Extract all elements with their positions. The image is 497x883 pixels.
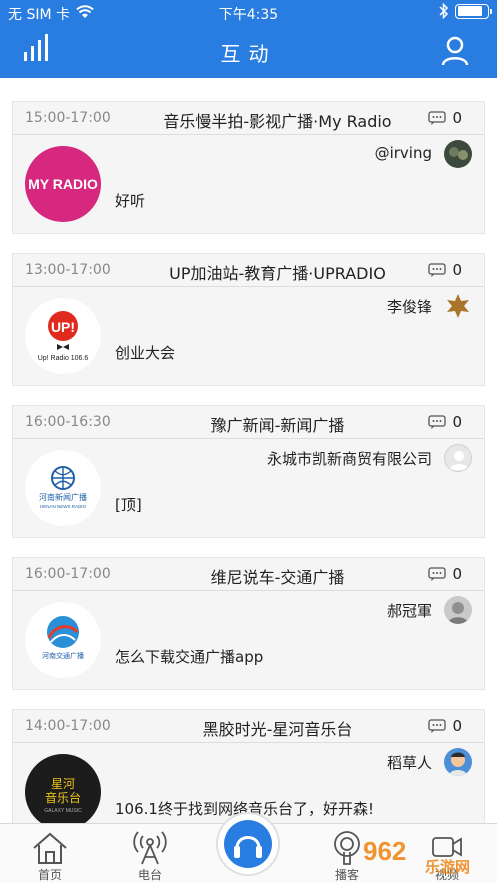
- tab-home[interactable]: 首页: [10, 824, 90, 883]
- post-username[interactable]: 稻草人: [387, 752, 432, 773]
- home-icon: [33, 832, 67, 864]
- galaxy-music-logo[interactable]: 星河 音乐台 GALAXY MUSIC: [25, 754, 101, 823]
- svg-text:河南交通广播: 河南交通广播: [42, 651, 84, 660]
- tab-label: 首页: [37, 868, 62, 882]
- nav-bar: 互动: [0, 26, 497, 78]
- post-title[interactable]: 黑胶时光-星河音乐台: [123, 716, 432, 740]
- avatar[interactable]: [444, 596, 472, 624]
- post-card[interactable]: 15:00-17:00 音乐慢半拍-影视广播·My Radio 0 MY RAD…: [12, 101, 485, 234]
- post-title[interactable]: 音乐慢半拍-影视广播·My Radio: [123, 108, 432, 132]
- post-card[interactable]: 13:00-17:00 UP加油站-教育广播·UPRADIO 0 UP! Up!…: [12, 253, 485, 386]
- post-message: [顶]: [115, 496, 142, 514]
- post-feed[interactable]: 15:00-17:00 音乐慢半拍-影视广播·My Radio 0 MY RAD…: [0, 78, 497, 823]
- up-radio-logo[interactable]: UP! Up! Radio 106.6: [25, 298, 101, 374]
- post-username[interactable]: 郝冠軍: [387, 600, 432, 621]
- comment-count: 0: [452, 565, 462, 583]
- avatar[interactable]: [444, 292, 472, 320]
- post-message: 怎么下载交通广播app: [115, 648, 264, 666]
- svg-text:962: 962: [363, 836, 406, 866]
- post-username[interactable]: 永城市凯新商贸有限公司: [267, 448, 432, 469]
- post-time: 14:00-17:00: [25, 718, 111, 734]
- post-message: 创业大会: [115, 344, 176, 362]
- post-time: 16:00-17:00: [25, 566, 111, 582]
- post-username[interactable]: @irving: [375, 144, 432, 162]
- post-card[interactable]: 16:00-17:00 维尼说车-交通广播 0 河南交通广播 郝冠軍 怎么下载交…: [12, 557, 485, 690]
- post-time: 13:00-17:00: [25, 262, 111, 278]
- tab-label: 电台: [137, 868, 162, 882]
- comment-icon[interactable]: [428, 719, 446, 733]
- post-card[interactable]: 16:00-16:30 豫广新闻-新闻广播 0 河南新闻广播 HENAN NEW…: [12, 405, 485, 538]
- svg-text:UP!: UP!: [51, 319, 75, 335]
- comment-count: 0: [452, 109, 462, 127]
- tab-radio[interactable]: 电台: [110, 824, 190, 883]
- svg-text:乐游网: 乐游网: [425, 858, 470, 876]
- post-header: 15:00-17:00 音乐慢半拍-影视广播·My Radio 0: [13, 102, 484, 135]
- my-radio-logo[interactable]: MY RADIO: [25, 146, 101, 222]
- headphones-center-icon: [224, 820, 272, 868]
- watermark-logo: 962 乐游网: [363, 836, 470, 876]
- comment-count: 0: [452, 261, 462, 279]
- post-title[interactable]: UP加油站-教育广播·UPRADIO: [123, 260, 432, 284]
- post-username[interactable]: 李俊锋: [387, 296, 432, 317]
- svg-text:河南新闻广播: 河南新闻广播: [39, 492, 87, 502]
- bluetooth-icon: [439, 3, 449, 19]
- svg-text:GALAXY MUSIC: GALAXY MUSIC: [44, 808, 82, 814]
- comment-icon[interactable]: [428, 263, 446, 277]
- post-header: 16:00-17:00 维尼说车-交通广播 0: [13, 558, 484, 591]
- post-time: 15:00-17:00: [25, 110, 111, 126]
- comment-icon[interactable]: [428, 111, 446, 125]
- post-title[interactable]: 豫广新闻-新闻广播: [123, 412, 432, 436]
- post-time: 16:00-16:30: [25, 414, 111, 430]
- henan-news-radio-logo[interactable]: 河南新闻广播 HENAN NEWS RADIO: [25, 450, 101, 526]
- avatar[interactable]: [444, 140, 472, 168]
- battery-icon: [455, 3, 492, 19]
- comment-icon[interactable]: [428, 567, 446, 581]
- post-message: 好听: [115, 192, 146, 210]
- svg-text:音乐台: 音乐台: [45, 790, 81, 805]
- comment-icon[interactable]: [428, 415, 446, 429]
- svg-text:Up! Radio 106.6: Up! Radio 106.6: [38, 355, 89, 362]
- tab-center-player[interactable]: [216, 812, 280, 876]
- henan-traffic-radio-logo[interactable]: 河南交通广播: [25, 602, 101, 678]
- post-header: 16:00-16:30 豫广新闻-新闻广播 0: [13, 406, 484, 439]
- post-header: 13:00-17:00 UP加油站-教育广播·UPRADIO 0: [13, 254, 484, 287]
- post-title[interactable]: 维尼说车-交通广播: [123, 564, 432, 588]
- svg-text:星河: 星河: [51, 777, 75, 791]
- post-card[interactable]: 14:00-17:00 黑胶时光-星河音乐台 0 星河 音乐台 GALAXY M…: [12, 709, 485, 823]
- post-header: 14:00-17:00 黑胶时光-星河音乐台 0: [13, 710, 484, 743]
- comment-count: 0: [452, 413, 462, 431]
- svg-text:HENAN NEWS RADIO: HENAN NEWS RADIO: [40, 504, 87, 509]
- page-title: 互动: [220, 42, 277, 66]
- comment-count: 0: [452, 717, 462, 735]
- avatar[interactable]: [444, 444, 472, 472]
- radio-tower-icon: [133, 831, 167, 865]
- avatar[interactable]: [444, 748, 472, 776]
- status-bar: 无 SIM 卡 下午4:35: [0, 0, 497, 26]
- status-time: 下午4:35: [218, 7, 279, 23]
- user-icon[interactable]: [441, 36, 469, 66]
